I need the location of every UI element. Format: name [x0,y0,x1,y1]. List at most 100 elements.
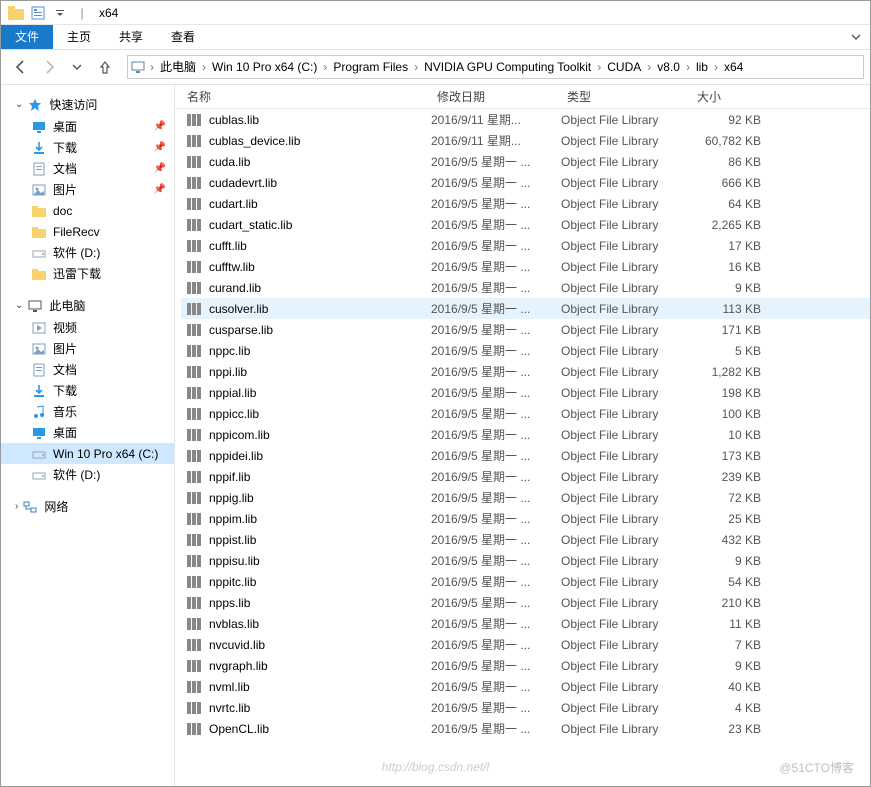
this-pc-group[interactable]: ⌄ 此电脑 [1,294,174,317]
sidebar-item[interactable]: 下载 [1,380,174,401]
file-row[interactable]: nppidei.lib2016/9/5 星期一 ...Object File L… [181,445,870,466]
sidebar-item[interactable]: 文档 [1,359,174,380]
lib-file-icon [187,407,203,421]
sidebar-item[interactable]: doc [1,200,174,221]
sidebar-item[interactable]: 软件 (D:) [1,464,174,485]
sidebar-item[interactable]: 下载📌 [1,137,174,158]
chevron-right-icon[interactable]: › [412,60,420,74]
file-size-cell: 2,265 KB [691,218,771,232]
file-row[interactable]: cusolver.lib2016/9/5 星期一 ...Object File … [181,298,870,319]
ribbon-tab-home[interactable]: 主页 [53,25,105,49]
file-row[interactable]: npps.lib2016/9/5 星期一 ...Object File Libr… [181,592,870,613]
file-row[interactable]: cudadevrt.lib2016/9/5 星期一 ...Object File… [181,172,870,193]
file-type-cell: Object File Library [561,596,691,610]
chevron-right-icon[interactable]: › [684,60,692,74]
up-button[interactable] [92,54,118,80]
file-row[interactable]: nppial.lib2016/9/5 星期一 ...Object File Li… [181,382,870,403]
file-size-cell: 25 KB [691,512,771,526]
column-headers[interactable]: 名称 修改日期 类型 大小 [175,85,870,109]
column-name[interactable]: 名称 [181,88,431,105]
file-row[interactable]: nppisu.lib2016/9/5 星期一 ...Object File Li… [181,550,870,571]
sidebar-item[interactable]: 桌面 [1,422,174,443]
file-row[interactable]: cuda.lib2016/9/5 星期一 ...Object File Libr… [181,151,870,172]
sidebar-item[interactable]: 桌面📌 [1,116,174,137]
sidebar-item[interactable]: 迅雷下载 [1,263,174,284]
sidebar-item[interactable]: 文档📌 [1,158,174,179]
ribbon-tab-share[interactable]: 共享 [105,25,157,49]
breadcrumb-segment[interactable]: x64 [720,60,747,74]
file-row[interactable]: nppif.lib2016/9/5 星期一 ...Object File Lib… [181,466,870,487]
qat-dropdown-icon[interactable] [51,4,69,22]
ribbon-tab-view[interactable]: 查看 [157,25,209,49]
quick-access-group[interactable]: ⌄ 快速访问 [1,93,174,116]
file-row[interactable]: nppicom.lib2016/9/5 星期一 ...Object File L… [181,424,870,445]
file-name-cell: cublas.lib [181,113,431,127]
properties-icon[interactable] [29,4,47,22]
file-row[interactable]: nvcuvid.lib2016/9/5 星期一 ...Object File L… [181,634,870,655]
chevron-down-icon: ⌄ [15,99,23,110]
file-date-cell: 2016/9/5 星期一 ... [431,405,561,422]
sidebar-item[interactable]: 图片📌 [1,179,174,200]
sidebar-item[interactable]: Win 10 Pro x64 (C:) [1,443,174,464]
back-button[interactable] [8,54,34,80]
file-row[interactable]: nppist.lib2016/9/5 星期一 ...Object File Li… [181,529,870,550]
breadcrumb-segment[interactable]: lib [692,60,712,74]
lib-file-icon [187,197,203,211]
file-name-cell: nppicc.lib [181,407,431,421]
sidebar-item-label: 图片 [53,181,77,198]
sidebar-item-label: 桌面 [53,118,77,135]
sidebar-item[interactable]: FileRecv [1,221,174,242]
file-row[interactable]: cublas.lib2016/9/11 星期...Object File Lib… [181,109,870,130]
file-row[interactable]: nvgraph.lib2016/9/5 星期一 ...Object File L… [181,655,870,676]
file-row[interactable]: cublas_device.lib2016/9/11 星期...Object F… [181,130,870,151]
file-size-cell: 100 KB [691,407,771,421]
breadcrumb-segment[interactable]: Program Files [329,60,412,74]
pc-icon [27,298,43,314]
file-type-cell: Object File Library [561,701,691,715]
chevron-right-icon[interactable]: › [712,60,720,74]
column-type[interactable]: 类型 [561,88,691,105]
file-date-cell: 2016/9/5 星期一 ... [431,510,561,527]
file-row[interactable]: nppc.lib2016/9/5 星期一 ...Object File Libr… [181,340,870,361]
file-row[interactable]: cusparse.lib2016/9/5 星期一 ...Object File … [181,319,870,340]
column-date[interactable]: 修改日期 [431,88,561,105]
ribbon-expand-icon[interactable] [842,25,870,49]
file-size-cell: 171 KB [691,323,771,337]
file-row[interactable]: nvblas.lib2016/9/5 星期一 ...Object File Li… [181,613,870,634]
sidebar-item[interactable]: 软件 (D:) [1,242,174,263]
network-group[interactable]: › 网络 [1,495,174,518]
file-type-cell: Object File Library [561,218,691,232]
file-row[interactable]: nppig.lib2016/9/5 星期一 ...Object File Lib… [181,487,870,508]
file-row[interactable]: OpenCL.lib2016/9/5 星期一 ...Object File Li… [181,718,870,739]
file-list[interactable]: cublas.lib2016/9/11 星期...Object File Lib… [175,109,870,786]
file-row[interactable]: nppim.lib2016/9/5 星期一 ...Object File Lib… [181,508,870,529]
chevron-right-icon[interactable]: › [200,60,208,74]
recent-dropdown[interactable] [64,54,90,80]
file-row[interactable]: cudart_static.lib2016/9/5 星期一 ...Object … [181,214,870,235]
breadcrumb[interactable]: › 此电脑›Win 10 Pro x64 (C:)›Program Files›… [127,55,864,79]
file-row[interactable]: nvml.lib2016/9/5 星期一 ...Object File Libr… [181,676,870,697]
sidebar-item[interactable]: 视频 [1,317,174,338]
file-row[interactable]: nppi.lib2016/9/5 星期一 ...Object File Libr… [181,361,870,382]
ribbon-tab-file[interactable]: 文件 [1,25,53,49]
file-name-cell: cufft.lib [181,239,431,253]
forward-button[interactable] [36,54,62,80]
breadcrumb-segment[interactable]: v8.0 [653,60,684,74]
file-name-cell: npps.lib [181,596,431,610]
breadcrumb-segment[interactable]: CUDA [603,60,645,74]
breadcrumb-segment[interactable]: 此电脑 [156,60,200,74]
file-row[interactable]: cudart.lib2016/9/5 星期一 ...Object File Li… [181,193,870,214]
file-row[interactable]: cufft.lib2016/9/5 星期一 ...Object File Lib… [181,235,870,256]
lib-file-icon [187,554,203,568]
breadcrumb-segment[interactable]: Win 10 Pro x64 (C:) [208,60,321,74]
file-row[interactable]: cufftw.lib2016/9/5 星期一 ...Object File Li… [181,256,870,277]
sidebar-item[interactable]: 音乐 [1,401,174,422]
breadcrumb-segment[interactable]: NVIDIA GPU Computing Toolkit [420,60,595,74]
column-size[interactable]: 大小 [691,88,771,105]
file-row[interactable]: nppicc.lib2016/9/5 星期一 ...Object File Li… [181,403,870,424]
sidebar-item[interactable]: 图片 [1,338,174,359]
file-row[interactable]: nppitc.lib2016/9/5 星期一 ...Object File Li… [181,571,870,592]
file-row[interactable]: curand.lib2016/9/5 星期一 ...Object File Li… [181,277,870,298]
chevron-right-icon[interactable]: › [148,60,156,74]
file-row[interactable]: nvrtc.lib2016/9/5 星期一 ...Object File Lib… [181,697,870,718]
